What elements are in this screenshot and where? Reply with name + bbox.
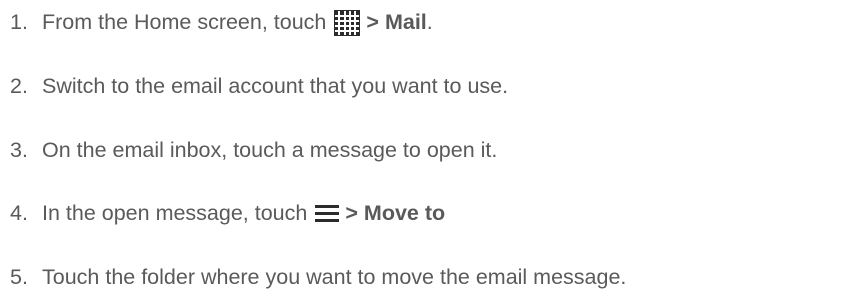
step-text: From the Home screen, touch <box>42 10 327 35</box>
step-4: 4. In the open message, touch > Move to <box>10 194 445 234</box>
separator: > <box>345 201 358 226</box>
step-text: On the email inbox, touch a message to o… <box>42 138 498 163</box>
step-number: 1. <box>10 10 28 35</box>
step-number: 2. <box>10 74 28 99</box>
apps-grid-icon <box>334 10 361 36</box>
step-bold-text: Mail <box>384 10 427 35</box>
step-text: In the open message, touch <box>42 201 308 226</box>
step-text-after: . <box>426 10 433 35</box>
step-2: 2. Switch to the email account that you … <box>10 67 508 107</box>
step-3: 3. On the email inbox, touch a message t… <box>10 131 497 171</box>
step-1: 1. From the Home screen, touch > Mail . <box>10 3 433 43</box>
step-text: Switch to the email account that you wan… <box>42 74 509 99</box>
step-5: 5. Touch the folder where you want to mo… <box>10 258 626 298</box>
step-number: 5. <box>10 265 28 290</box>
step-number: 4. <box>10 201 28 226</box>
step-bold-text: Move to <box>363 201 446 226</box>
step-number: 3. <box>10 138 28 163</box>
separator: > <box>366 10 379 35</box>
step-text: Touch the folder where you want to move … <box>42 265 627 290</box>
menu-icon <box>315 203 340 225</box>
